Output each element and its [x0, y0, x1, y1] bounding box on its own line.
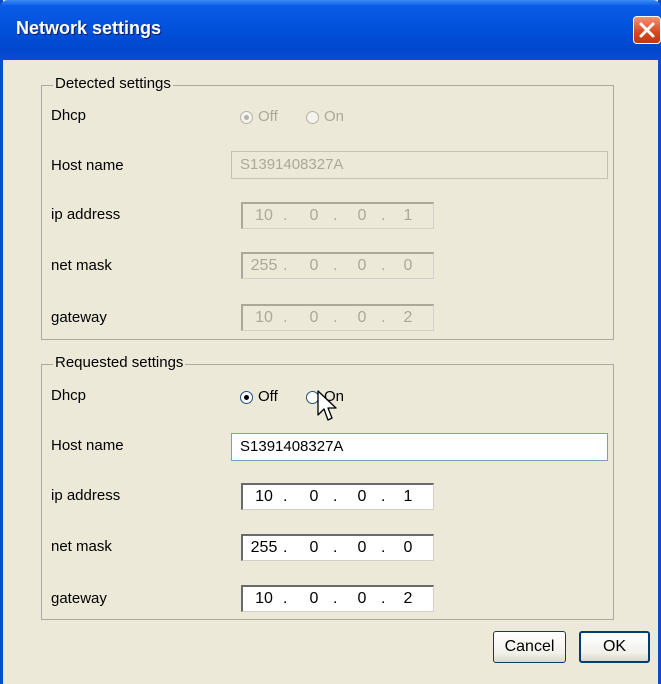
octet-separator: . [381, 539, 386, 556]
title-bar[interactable]: Network settings [0, 0, 661, 60]
ip-octet: 0 [309, 257, 319, 274]
requested-net-mask-field[interactable]: 255 . 0 . 0 . 0 [241, 534, 434, 561]
requested-host-name-field[interactable]: S1391408327A [231, 433, 608, 461]
detected-host-name-label: Host name [51, 157, 124, 174]
ip-octet[interactable]: 0 [299, 488, 329, 506]
ip-octet: 10 [255, 207, 273, 224]
requested-ip-address-field[interactable]: 10 . 0 . 0 . 1 [241, 483, 434, 510]
network-settings-dialog: Network settings Detected settings Dhcp … [0, 0, 661, 684]
requested-dhcp-off-label[interactable]: Off [258, 388, 278, 405]
ip-octet: 1 [403, 207, 413, 224]
ip-octet: 0 [309, 207, 319, 224]
requested-ip-address-label: ip address [51, 487, 121, 504]
ip-octet: 0 [403, 257, 413, 274]
ip-octet[interactable]: 2 [393, 590, 423, 608]
ip-octet[interactable]: 10 [249, 590, 279, 608]
octet-separator: . [283, 488, 288, 505]
ip-octet: 0 [309, 309, 319, 326]
octet-separator: . [381, 207, 386, 224]
requested-dhcp-off-radio[interactable] [240, 391, 253, 404]
octet-separator: . [283, 257, 288, 274]
ip-octet: 0 [357, 257, 367, 274]
mouse-pointer-icon [317, 390, 337, 421]
ip-octet: 2 [403, 309, 413, 326]
octet-separator: . [333, 309, 338, 326]
detected-net-mask-label: net mask [51, 257, 112, 274]
octet-separator: . [283, 309, 288, 326]
detected-net-mask-field: 255 . 0 . 0 . 0 [241, 252, 434, 279]
detected-settings-label: Detected settings [53, 75, 173, 92]
close-icon [639, 22, 655, 38]
octet-separator: . [333, 488, 338, 505]
detected-dhcp-on-radio [306, 111, 319, 124]
close-button[interactable] [633, 16, 661, 44]
octet-separator: . [381, 309, 386, 326]
ip-octet[interactable]: 0 [347, 488, 377, 506]
ip-octet[interactable]: 0 [347, 590, 377, 608]
detected-dhcp-off-radio [240, 111, 253, 124]
octet-separator: . [283, 590, 288, 607]
ip-octet[interactable]: 255 [249, 539, 279, 557]
ip-octet[interactable]: 1 [393, 488, 423, 506]
octet-separator: . [381, 590, 386, 607]
requested-settings-label: Requested settings [53, 354, 186, 371]
octet-separator: . [381, 488, 386, 505]
ip-octet: 0 [357, 207, 367, 224]
ip-octet[interactable]: 10 [249, 488, 279, 506]
ip-octet: 0 [357, 309, 367, 326]
requested-gateway-label: gateway [51, 590, 107, 607]
ip-octet[interactable]: 0 [393, 539, 423, 557]
octet-separator: . [283, 207, 288, 224]
window-title: Network settings [16, 18, 162, 38]
ip-octet[interactable]: 0 [347, 539, 377, 557]
octet-separator: . [333, 257, 338, 274]
detected-host-name-field: S1391408327A [231, 151, 608, 179]
ip-octet[interactable]: 0 [299, 590, 329, 608]
requested-gateway-field[interactable]: 10 . 0 . 0 . 2 [241, 585, 434, 612]
detected-ip-address-field: 10 . 0 . 0 . 1 [241, 202, 434, 229]
ip-octet: 10 [255, 309, 273, 326]
octet-separator: . [283, 539, 288, 556]
detected-gateway-label: gateway [51, 309, 107, 326]
octet-separator: . [333, 539, 338, 556]
detected-gateway-field: 10 . 0 . 0 . 2 [241, 304, 434, 331]
ip-octet: 255 [250, 257, 278, 274]
octet-separator: . [333, 207, 338, 224]
detected-ip-address-label: ip address [51, 206, 121, 223]
requested-dhcp-label: Dhcp [51, 387, 87, 404]
detected-dhcp-off-label: Off [258, 108, 278, 125]
ip-octet[interactable]: 0 [299, 539, 329, 557]
octet-separator: . [333, 590, 338, 607]
requested-net-mask-label: net mask [51, 538, 112, 555]
detected-dhcp-on-label: On [324, 108, 345, 125]
ok-button[interactable]: OK [579, 631, 650, 663]
requested-host-name-label: Host name [51, 437, 124, 454]
octet-separator: . [381, 257, 386, 274]
detected-dhcp-label: Dhcp [51, 107, 87, 124]
cancel-button[interactable]: Cancel [493, 631, 566, 663]
